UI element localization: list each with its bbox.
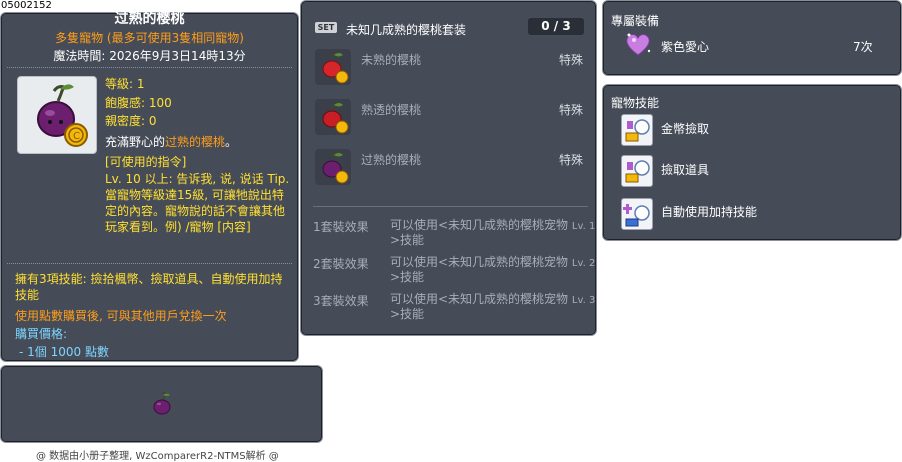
exclusive-item-qty: 7次	[853, 40, 873, 54]
set-item-icon-frame	[315, 49, 351, 85]
red-cherry-icon	[322, 53, 349, 84]
set-item-type: 特殊	[559, 103, 584, 117]
exclusive-item-name: 紫色愛心	[661, 40, 710, 54]
set-item-icon-frame	[315, 99, 351, 135]
set-effect-desc: 可以使用<未知几成熟的樱桃宠物 Lv. 2	[390, 255, 595, 271]
set-effect-label: 2套裝效果	[313, 257, 369, 271]
auto-buff-icon	[621, 198, 653, 230]
item-icon-frame: C	[17, 76, 97, 154]
set-effect-desc-2: >技能	[390, 307, 425, 321]
set-effect-desc-2: >技能	[390, 233, 425, 247]
skills-note: 擁有3項技能: 撿拾楓幣、撿取道具、自動使用加持技能	[15, 272, 283, 302]
price-value: - 1個 1000 點數	[19, 345, 109, 359]
set-effect-text: 可以使用<未知几成熟的樱桃宠物	[390, 218, 569, 232]
set-item-name: 过熟的樱桃	[361, 153, 422, 167]
set-effect-label: 1套裝效果	[313, 220, 369, 234]
divider	[313, 206, 588, 207]
pet-closeness: 親密度: 0	[105, 114, 157, 128]
set-item-type: 特殊	[559, 153, 584, 167]
trade-note: 使用點數購買後, 可與其他用戶兌換一次	[15, 309, 227, 323]
set-item-icon-frame	[315, 149, 351, 185]
item-description: 充滿野心的过熟的樱桃。	[105, 133, 237, 150]
divider	[7, 263, 292, 264]
coin-pickup-icon	[621, 114, 653, 146]
set-effect-desc: 可以使用<未知几成熟的樱桃宠物 Lv. 3	[390, 292, 595, 308]
set-item-name: 未熟的樱桃	[361, 53, 422, 67]
set-effect-desc-2: >技能	[390, 270, 425, 284]
set-effect-desc: 可以使用<未知几成熟的樱桃宠物 Lv. 1	[390, 218, 595, 234]
expiry-time: 魔法時間: 2026年9月3日14時13分	[53, 49, 246, 63]
divider	[7, 67, 292, 68]
mini-preview-panel	[0, 365, 323, 443]
item-subtitle: 多隻寵物 (最多可使用3隻相同寵物)	[55, 31, 244, 45]
item-pickup-icon	[621, 155, 653, 187]
pet-level: 等級: 1	[105, 77, 145, 91]
desc-highlight: 过熟的樱桃	[165, 135, 226, 149]
pet-skills-title: 寵物技能	[611, 96, 660, 110]
set-effect-text: 可以使用<未知几成熟的樱桃宠物	[390, 255, 569, 269]
set-item-type: 特殊	[559, 53, 584, 67]
pet-skill-name: 金幣撿取	[661, 122, 710, 136]
set-panel: SET 未知几成熟的樱桃套装 0 / 3 未熟的樱桃 特殊 熟透的樱桃 特殊 过…	[300, 0, 597, 336]
pet-skill-name: 自動使用加持技能	[661, 205, 758, 219]
commands-title: [可使用的指令]	[105, 155, 187, 169]
pet-skill-name: 撿取道具	[661, 163, 710, 177]
desc-suffix: 。	[225, 135, 238, 149]
exclusive-equipment-panel: 專屬裝備 紫色愛心 7次	[602, 0, 902, 76]
set-count: 0 / 3	[528, 18, 584, 35]
purple-heart-icon	[626, 33, 651, 56]
pet-fullness: 飽腹感: 100	[105, 96, 172, 110]
svg-text:C: C	[73, 131, 80, 142]
purple-cherry-icon	[153, 392, 171, 415]
pet-skills-panel: 寵物技能 金幣撿取 撿取道具 自動使用加持技能	[602, 84, 902, 241]
price-label: 購買價格:	[15, 327, 68, 341]
set-badge: SET	[315, 22, 337, 33]
purple-cherry-icon	[322, 153, 349, 184]
item-tooltip-panel: 过熟的樱桃 多隻寵物 (最多可使用3隻相同寵物) 魔法時間: 2026年9月3日…	[0, 11, 299, 362]
purple-cherry-icon: C	[37, 84, 88, 147]
set-effect-label: 3套裝效果	[313, 294, 369, 308]
desc-prefix: 充滿野心的	[105, 135, 166, 149]
item-title: 过熟的樱桃	[114, 11, 185, 27]
set-name: 未知几成熟的樱桃套装	[346, 23, 467, 37]
set-effect-level: Lv. 2	[571, 258, 596, 269]
footer-credit: @ 数据由小册子整理, WzComparerR2-NTMS解析 @	[36, 451, 279, 462]
set-effect-level: Lv. 3	[571, 295, 596, 306]
set-effect-level: Lv. 1	[571, 221, 596, 232]
red-cherry-icon	[322, 103, 349, 134]
set-item-name: 熟透的樱桃	[361, 103, 422, 117]
exclusive-title: 專屬裝備	[611, 14, 660, 28]
set-effect-text: 可以使用<未知几成熟的樱桃宠物	[390, 292, 569, 306]
commands-body: Lv. 10 以上: 告诉我, 说, 说话 Tip. 當寵物等級達15級, 可讓…	[105, 172, 290, 234]
